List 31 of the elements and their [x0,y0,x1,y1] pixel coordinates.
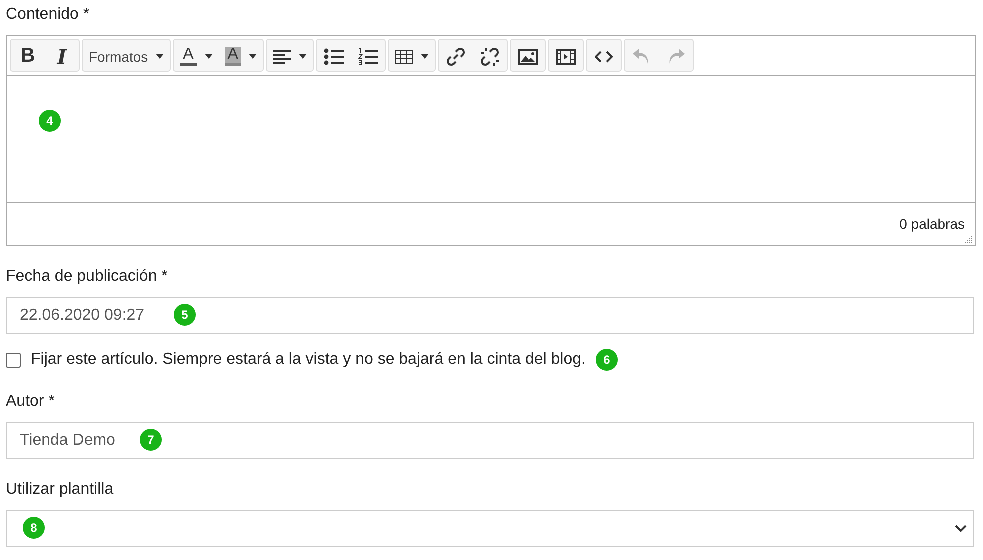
field-label: Utilizar plantilla [6,480,115,500]
field-label: Contenido * [6,5,91,25]
field-label: Autor * [6,392,56,412]
caret-icon [156,54,164,59]
caret-icon [421,54,430,59]
word-count: 0 palabras [900,216,965,232]
image-icon [518,48,538,64]
text-color-button[interactable]: A [174,40,219,73]
link-icon [446,46,466,66]
film-icon [556,48,576,64]
caret-icon [299,54,308,59]
checkbox-label: Fijar este artículo. Siempre estará a la vista y no se bajará en la cinta del blog. [31,351,586,369]
number-badge: 6 [596,349,618,371]
bold-button[interactable]: B [11,40,45,73]
numbered-list-icon [358,48,378,66]
number-badge: 4 [39,110,61,132]
chevron-down-icon [955,525,967,533]
bullet-list-icon [324,48,344,66]
redo-icon [667,48,686,66]
checkbox[interactable] [6,352,21,368]
caret-icon [249,54,258,59]
formats-button[interactable]: Formatos [83,40,170,73]
code-icon [595,50,614,62]
italic-button[interactable]: I [45,40,79,73]
field-label: Fecha de publicación * [6,267,169,287]
broken-link-icon [480,46,500,66]
align-left-icon [273,48,292,64]
resize-handle-icon[interactable] [965,235,973,243]
bg-color-button[interactable]: A [218,40,264,73]
table-icon [395,50,414,64]
caret-icon [204,54,213,59]
